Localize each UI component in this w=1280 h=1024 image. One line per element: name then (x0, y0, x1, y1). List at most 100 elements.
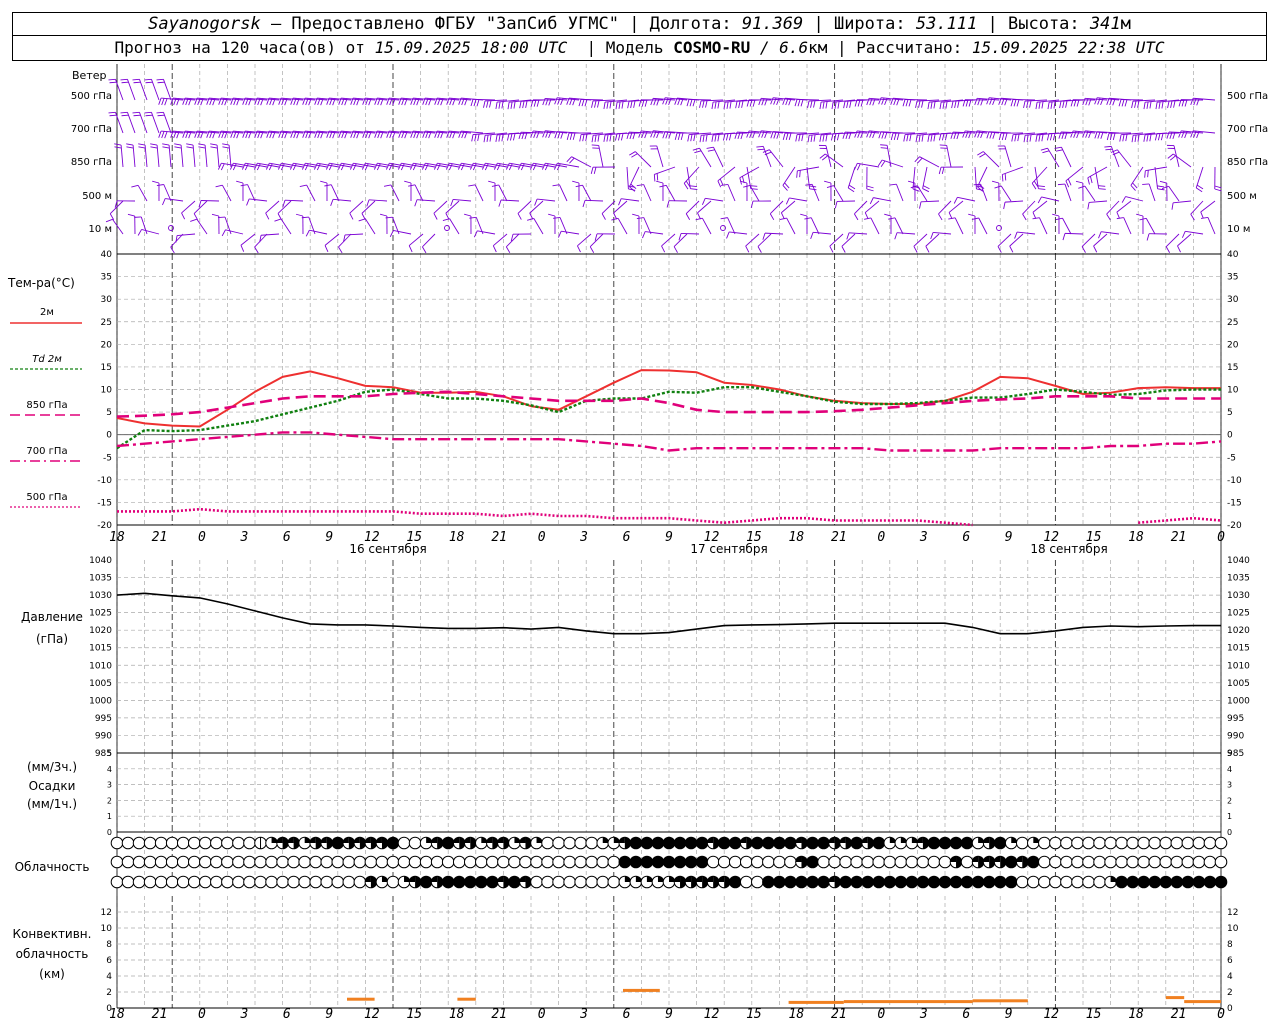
cloud-low-symbol (784, 875, 797, 889)
cloud-high-symbol (331, 836, 345, 850)
hour-label-bottom: 3 (579, 1007, 588, 1022)
barb-feather (388, 163, 393, 171)
cloud-high-symbol (872, 836, 886, 850)
barb-feather (1010, 99, 1014, 107)
temp-tick-right: 5 (1227, 408, 1233, 418)
cloud-circle-outline (1038, 875, 1051, 889)
cloud-high-symbol (463, 836, 477, 850)
wind-barb-850hpa (649, 145, 664, 168)
cloud-fill-full (839, 876, 852, 888)
cloud-circle-outline (165, 875, 179, 889)
wind-barb-10m (1009, 233, 1024, 253)
barb-feather (1001, 133, 1005, 141)
cloud-circle-outline (894, 855, 908, 869)
cloud-mid-symbol (419, 855, 433, 869)
wind-barb-10m (358, 218, 376, 235)
cloud-low-symbol (629, 875, 643, 889)
barb-shaft (729, 231, 748, 235)
cloud-high-symbol (110, 836, 124, 850)
cloud-low-symbol (640, 875, 654, 889)
cloud-high-symbol (1071, 836, 1084, 850)
cloud-mid-symbol (861, 855, 875, 869)
barb-feather (1059, 101, 1062, 109)
barb-feather (800, 99, 804, 107)
cloud-circle-outline (143, 875, 157, 889)
cloud-fill-full (762, 837, 775, 849)
barb-feather (977, 151, 984, 156)
pressure-tick-left: 990 (95, 731, 112, 741)
cloud-high-symbol (949, 836, 963, 850)
conv-cloud-bar (788, 1000, 844, 1004)
cloud-circle-outline (154, 855, 168, 869)
cloud-fill-full (950, 837, 962, 849)
cloud-low-symbol (706, 875, 720, 889)
barb-shaft (529, 200, 544, 214)
barb-feather (705, 134, 708, 142)
barb-feather (890, 133, 894, 141)
cloud-high-symbol (298, 836, 311, 850)
barb-feather (687, 134, 690, 142)
wind-barb-10m (779, 217, 796, 235)
wind-barb-500hpa (542, 97, 568, 106)
conv-tick-left: 4 (106, 972, 112, 982)
cloud-low-symbol (596, 875, 610, 889)
cloud-circle-outline (452, 855, 466, 869)
barb-feather (246, 198, 250, 206)
cloud-low-symbol (817, 875, 830, 889)
hour-label: 21 (831, 530, 847, 545)
wind-barb-10m (240, 233, 256, 252)
conv-tick-right: 10 (1227, 924, 1239, 934)
barb-feather (569, 132, 573, 140)
barb-shaft (537, 198, 556, 202)
barb-feather (927, 102, 930, 110)
barb-shaft (1039, 217, 1048, 235)
barb-feather (948, 217, 956, 220)
cloud-low-symbol (894, 875, 908, 889)
barb-shaft (894, 217, 904, 235)
temp-tick-right: -10 (1227, 476, 1242, 486)
cloud-circle-outline (552, 855, 565, 869)
barb-feather (162, 146, 170, 149)
barb-feather (1154, 133, 1158, 141)
cloud-circle-outline (1137, 836, 1151, 850)
barb-shaft (414, 184, 424, 202)
conv-title-2: облачность (16, 947, 89, 961)
cloud-circle-outline (751, 875, 764, 889)
cloud-circle-outline (1093, 875, 1106, 889)
barb-shaft (557, 162, 580, 168)
barb-feather (991, 180, 999, 184)
barb-feather (544, 163, 549, 171)
wind-barb-500m (908, 180, 916, 202)
wind-barb-500m (656, 180, 664, 202)
calm-wind-marker (996, 225, 1002, 231)
cloud-circle-outline (243, 836, 256, 850)
barb-shaft (661, 233, 676, 247)
pressure-tick-left: 1030 (89, 591, 112, 601)
cloud-fill-full (696, 856, 708, 868)
cloud-fill-full (663, 837, 675, 849)
barb-feather (889, 183, 897, 186)
barb-feather (948, 212, 953, 219)
barb-feather (770, 131, 774, 139)
barb-shaft (1145, 218, 1156, 235)
wind-barb-500m (246, 198, 268, 206)
barb-feather (505, 246, 511, 254)
cloud-low-symbol (739, 875, 753, 889)
barb-feather (1023, 100, 1026, 109)
barb-shaft (445, 200, 460, 214)
wind-barb-10m (127, 213, 136, 235)
barb-shaft (1125, 196, 1144, 202)
cloud-low-symbol (607, 875, 621, 889)
wind-barb-850hpa (150, 143, 160, 168)
pressure-tick-right: 1040 (1227, 556, 1250, 566)
wind-barb-500m (1032, 200, 1048, 219)
conv-cloud-bar (623, 988, 660, 992)
cloud-fill-full (884, 876, 896, 888)
temp-tick-left: -5 (103, 453, 112, 463)
barb-shaft (498, 184, 508, 202)
barb-feather (476, 99, 480, 107)
wind-barb-500m (948, 200, 964, 219)
barb-feather (1041, 134, 1044, 142)
wind-barb-500m (824, 180, 832, 202)
cloud-high-symbol (519, 836, 532, 850)
